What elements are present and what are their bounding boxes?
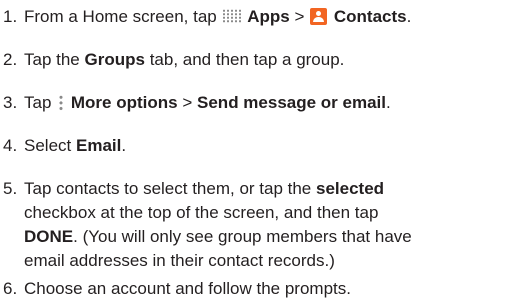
email-label: Email — [75, 136, 122, 155]
send-message-label: Send message or email — [197, 93, 386, 112]
step-4-text: Select — [24, 136, 72, 155]
step-2-text: Tap the — [24, 50, 80, 69]
step-number: 3. — [3, 93, 18, 112]
period: . — [386, 93, 391, 112]
step-5-line-3: DONE. (You will only see group members t… — [24, 225, 412, 249]
step-5-line-2: checkbox at the top of the screen, and t… — [24, 203, 379, 222]
step-1-text: From a Home screen, tap — [24, 7, 217, 26]
separator: > — [294, 7, 305, 26]
step-number: 1. — [3, 7, 18, 26]
step-5-line-1: Tap contacts to select them, or tap the — [24, 179, 312, 198]
step-5-line-4: email addresses in their contact records… — [24, 251, 335, 270]
more-options-label: More options — [70, 93, 178, 112]
step-text: Select Email. — [24, 134, 126, 158]
contacts-label: Contacts — [333, 7, 407, 26]
groups-label: Groups — [84, 50, 145, 69]
apps-label: Apps — [247, 7, 290, 26]
step-text: From a Home screen, tap Apps > Contacts. — [24, 5, 411, 29]
step-5-line-3-text: . (You will only see group members that … — [73, 227, 412, 246]
step-number: 5. — [3, 179, 18, 198]
step-text: Tap More options > Send message or email… — [24, 91, 391, 115]
step-2-text-after: tab, and then tap a group. — [149, 50, 345, 69]
step-number: 2. — [3, 50, 18, 69]
step-number: 4. — [3, 136, 18, 155]
period: . — [121, 136, 127, 155]
step-text: Tap contacts to select them, or tap the … — [24, 177, 384, 201]
selected-label: selected — [316, 179, 385, 198]
period: . — [406, 7, 412, 26]
step-6-text: Choose an account and follow the prompts… — [24, 279, 351, 298]
separator: > — [182, 93, 193, 112]
more-options-icon — [58, 94, 65, 111]
step-3-text: Tap — [24, 93, 52, 112]
step-text: Tap the Groups tab, and then tap a group… — [24, 48, 344, 72]
apps-grid-icon — [222, 9, 242, 23]
step-number: 6. — [3, 279, 18, 298]
contacts-icon — [310, 8, 328, 25]
done-label: DONE — [24, 227, 74, 246]
instructions-document: 1. From a Home screen, tap Apps > Contac… — [0, 0, 511, 303]
